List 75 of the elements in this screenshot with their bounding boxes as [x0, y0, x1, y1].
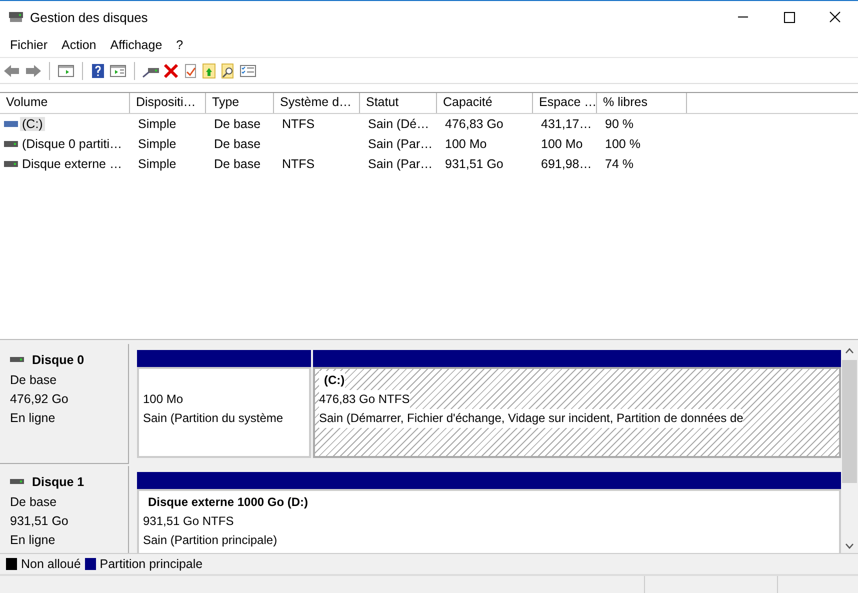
table-cell-text: Simple — [137, 137, 178, 151]
folder-up-icon[interactable] — [201, 62, 217, 78]
console-tree-icon[interactable] — [57, 62, 75, 78]
volume-row[interactable]: (Disque 0 partiti… Simple De base Sain (Par… 100 Mo 100 Mo 100 % — [0, 134, 858, 154]
disk-size: 931,51 Go — [10, 513, 70, 530]
checklist-icon[interactable] — [239, 62, 257, 78]
disk-name: Disque 0 — [32, 353, 84, 367]
partition-size: 100 Mo — [143, 391, 184, 408]
disk-status: En ligne — [10, 410, 56, 427]
partition-block[interactable]: Disque externe 1000 Go (D:) 931,51 Go NTFS Sain (Partition principale) — [137, 489, 841, 553]
table-cell-text: Simple — [137, 157, 178, 171]
properties-icon[interactable] — [182, 62, 198, 78]
table-cell-text: Simple — [137, 117, 178, 131]
action-pane-icon[interactable] — [109, 62, 127, 78]
table-cell-text: Sain (Par… — [367, 137, 434, 151]
table-cell: (C:) — [20, 117, 45, 131]
table-cell-text: (Disque 0 partiti… — [20, 137, 123, 151]
disk-size: 476,92 Go — [10, 391, 70, 408]
partition-status: Sain (Démarrer, Fichier d'échange, Vidage sur incident, Partition de données de — [319, 409, 744, 428]
disk-status: En ligne — [10, 532, 56, 549]
table-cell-text: 691,98… — [540, 157, 593, 171]
drive-icon — [4, 140, 18, 148]
column-header[interactable]: Dispositi… — [130, 93, 206, 113]
menu-item[interactable]: Fichier — [3, 38, 55, 52]
volume-row[interactable]: (C:) Simple De base NTFS Sain (Dé… 476,83 Go 431,17… 90 % — [0, 114, 858, 134]
table-cell-text: De base — [213, 117, 262, 131]
partition-status: Sain (Partition du système — [143, 410, 284, 427]
forward-arrow-icon[interactable] — [24, 62, 42, 78]
menu-item[interactable]: ? — [169, 38, 190, 52]
table-cell-text: 74 % — [604, 157, 634, 171]
table-cell-text: Sain (Par… — [367, 157, 434, 171]
disk-name: Disque 1 — [32, 475, 84, 489]
scroll-up-icon[interactable] — [845, 348, 854, 354]
partition-block[interactable]: (C:) 476,83 Go NTFS Sain (Démarrer, Fichier d'échange, Vidage sur incident, Partition de données de — [313, 367, 841, 458]
column-header[interactable]: % libres — [597, 93, 687, 113]
table-cell-text: 476,83 Go — [444, 117, 504, 131]
window-title: Gestion des disques — [30, 10, 149, 24]
legend-label: Non alloué — [21, 557, 81, 571]
back-arrow-icon[interactable] — [3, 62, 21, 78]
column-header[interactable]: Espace … — [533, 93, 597, 113]
drive-icon — [4, 160, 18, 168]
table-cell-text: 100 % — [604, 137, 642, 151]
table-cell-text: 100 Mo — [540, 137, 584, 151]
disk-management-icon — [8, 9, 24, 25]
menu-item[interactable]: Action — [54, 38, 104, 52]
partition-size: 476,83 Go NTFS — [319, 390, 410, 409]
volume-row[interactable]: Disque externe … Simple De base NTFS Sain (Par… 931,51 Go 691,98… 74 % — [0, 154, 858, 174]
table-cell-text: 90 % — [604, 117, 634, 131]
partition-status: Sain (Partition principale) — [143, 532, 278, 549]
column-header[interactable]: Statut — [360, 93, 437, 113]
legend-label: Partition principale — [100, 557, 203, 571]
table-cell-text: 931,51 Go — [444, 157, 504, 171]
table-cell-text: Disque externe … — [20, 157, 123, 171]
partition-name: (C:) — [319, 371, 345, 390]
column-header[interactable]: Volume — [0, 93, 130, 113]
table-cell-text: 100 Mo — [444, 137, 488, 151]
scroll-down-icon[interactable] — [845, 543, 854, 549]
column-header[interactable]: Système d… — [274, 93, 360, 113]
column-header[interactable]: Capacité — [437, 93, 533, 113]
table-cell-text: De base — [213, 137, 262, 151]
disk-type: De base — [10, 494, 58, 511]
help-icon[interactable] — [90, 62, 106, 78]
table-cell-text: NTFS — [281, 117, 316, 131]
delete-icon[interactable] — [163, 62, 179, 78]
table-cell-text: De base — [213, 157, 262, 171]
partition-block[interactable]: 100 Mo Sain (Partition du système — [137, 367, 311, 458]
folder-search-icon[interactable] — [220, 62, 236, 78]
partition-size: 931,51 Go NTFS — [143, 513, 234, 530]
disk-type: De base — [10, 372, 58, 389]
table-cell-text: 431,17… — [540, 117, 593, 131]
table-cell-text: NTFS — [281, 157, 316, 171]
menu-item[interactable]: Affichage — [103, 38, 170, 52]
column-header[interactable]: Type — [206, 93, 274, 113]
striped-drive-icon — [4, 120, 18, 128]
table-cell-text: Sain (Dé… — [367, 117, 430, 131]
